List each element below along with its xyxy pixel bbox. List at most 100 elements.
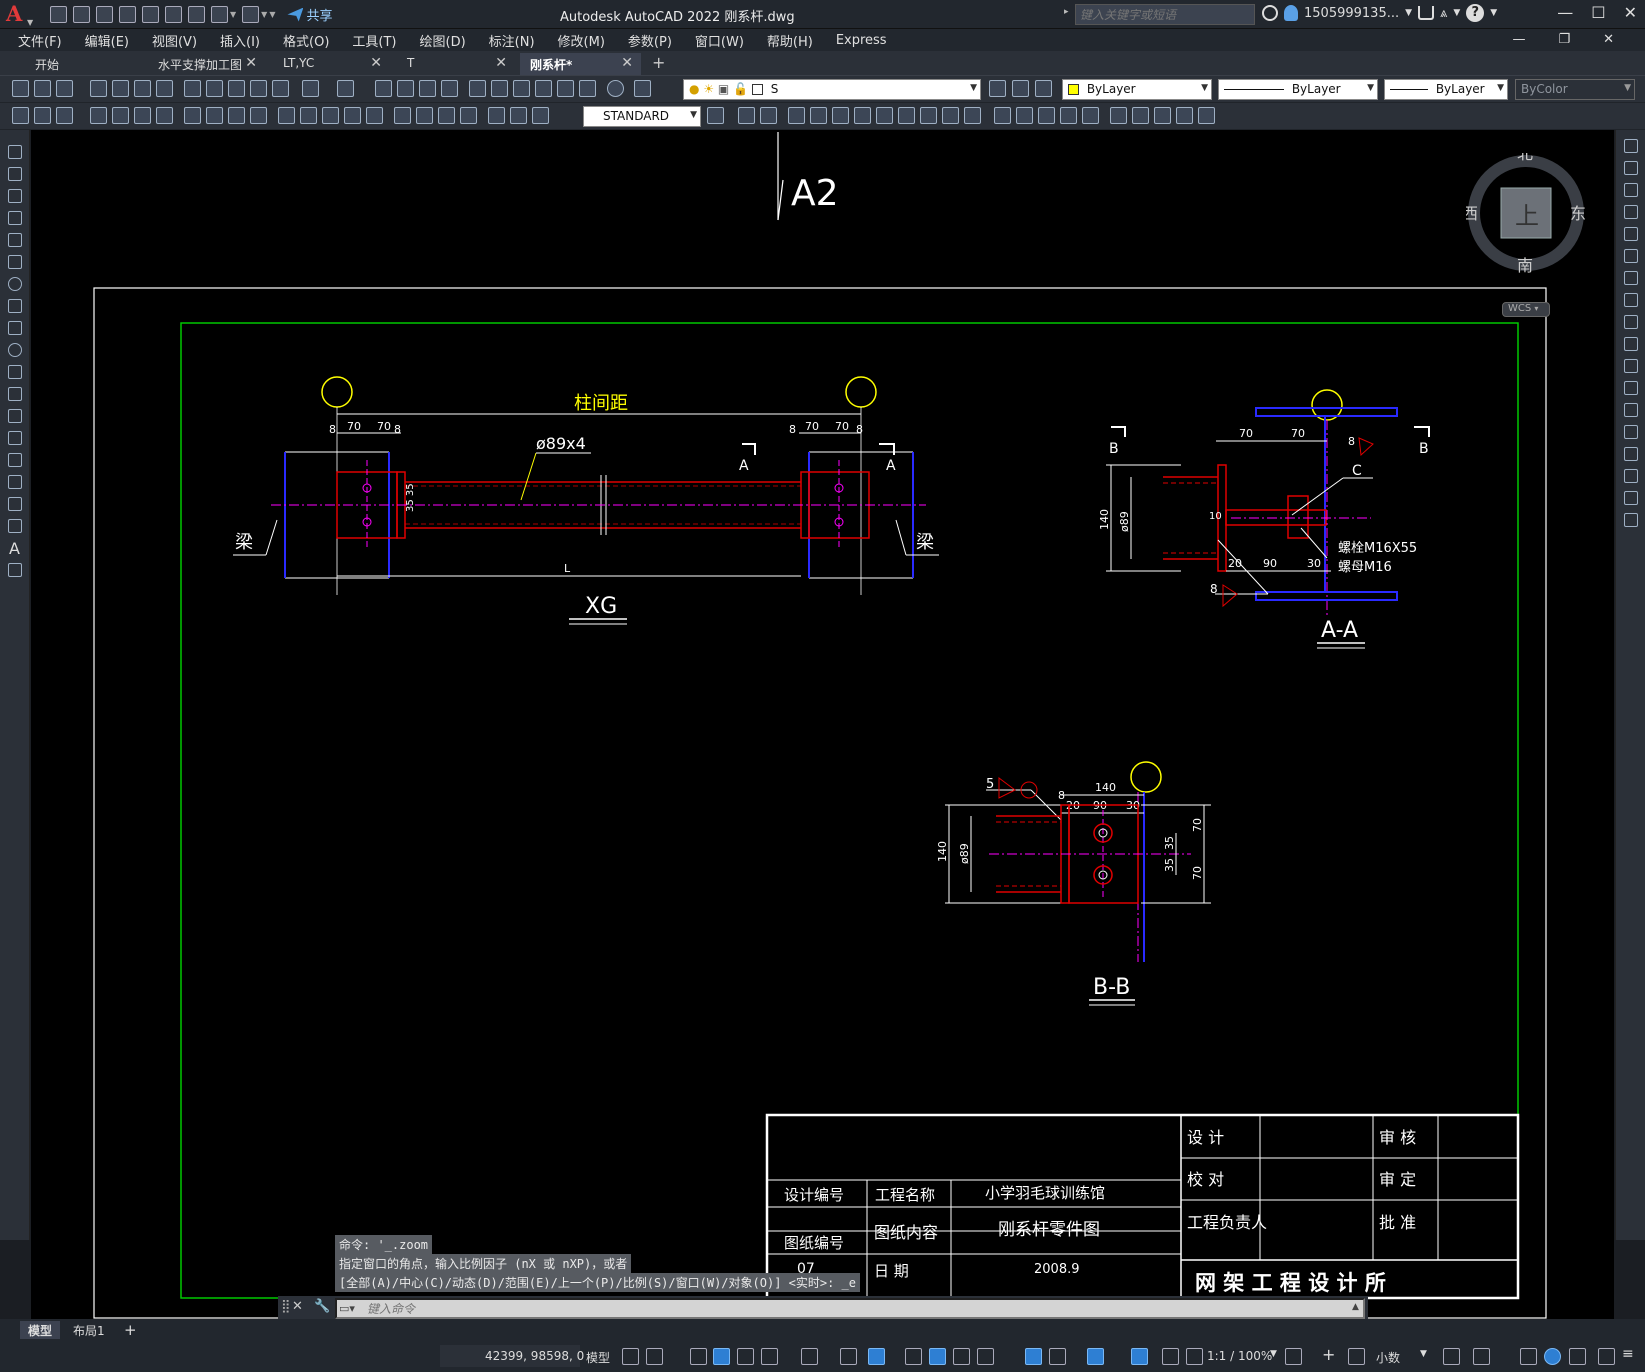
maximize-button[interactable]: ☐ [1591,3,1605,22]
jogged-dim-icon[interactable] [206,107,223,124]
menu-dimension[interactable]: 标注(N) [489,31,535,50]
arc-length-icon[interactable] [134,107,151,124]
annotation-visibility-icon[interactable] [1131,1348,1148,1365]
compass-west[interactable]: 西 [1462,204,1478,223]
multiline-text-icon[interactable]: A [9,539,20,558]
doc-restore-button[interactable]: ❐ [1558,32,1570,47]
tab-lt-yc[interactable]: LT,YC ✕ [273,53,390,75]
pan-icon[interactable] [375,80,392,97]
gizmo-icon[interactable] [1087,1348,1104,1365]
annotation-monitor-icon[interactable]: + [1322,1345,1335,1364]
dynamic-input-icon[interactable] [713,1348,730,1365]
open-file-icon[interactable] [73,6,90,23]
dynamic-ucs-icon[interactable] [1025,1348,1042,1365]
print-icon[interactable] [188,6,205,23]
ellipse-icon[interactable] [8,343,22,357]
3d-print-icon[interactable] [156,80,173,97]
compass-north[interactable]: 北 [1517,144,1533,163]
match-properties-icon[interactable] [250,80,267,97]
layer-properties-icon[interactable] [634,80,651,97]
tool-icon[interactable] [12,107,29,124]
command-history-toggle-icon[interactable]: ▲ [1352,1302,1359,1312]
tool-icon[interactable] [34,107,51,124]
annotation-scale-value[interactable]: 1:1 / 100% [1207,1349,1272,1363]
layer-state-icon[interactable] [1035,80,1052,97]
menu-window[interactable]: 窗口(W) [695,31,744,50]
autodesk-app-icon[interactable]: ⩓ [1440,6,1447,21]
close-icon[interactable]: ✕ [292,1299,303,1314]
make-block-icon[interactable] [8,409,22,423]
polyline-icon[interactable] [8,189,22,203]
menu-modify[interactable]: 修改(M) [558,31,605,50]
tool-icon[interactable] [1060,107,1077,124]
save-as-icon[interactable] [119,6,136,23]
layer-dropdown[interactable]: ● ☀ ▣ 🔓 S ▼ [683,79,981,100]
viewcube[interactable]: 上 北 南 东 西 [1462,144,1586,275]
region-icon[interactable] [8,497,22,511]
dim-break-icon[interactable] [366,107,383,124]
array-icon[interactable] [1624,227,1638,241]
ortho-icon[interactable] [737,1348,754,1365]
customize-qat-icon[interactable]: ▼ [269,10,275,19]
menu-edit[interactable]: 编辑(E) [85,31,129,50]
redo-icon[interactable] [242,6,260,23]
tab-horizontal-brace[interactable]: 水平支撑加工图 ✕ [148,53,265,75]
help-icon[interactable]: ? [1466,4,1485,22]
help-dropdown-icon[interactable]: ▼ [1490,8,1497,18]
user-icon[interactable] [1284,5,1298,21]
tool-icon[interactable] [56,107,73,124]
chevron-down-icon[interactable]: ▼ [1420,1349,1427,1359]
break-icon[interactable] [1624,403,1638,417]
menu-help[interactable]: 帮助(H) [767,31,813,50]
insert-block-icon[interactable] [8,387,22,401]
model-space-button[interactable]: 模型 [586,1349,610,1366]
open-icon[interactable] [34,80,51,97]
gradient-icon[interactable] [8,475,22,489]
tool-icon[interactable] [1198,107,1215,124]
lineweight-dropdown[interactable]: ByLayer ▼ [1384,79,1508,100]
layer-freeze-icon[interactable]: ☀ [703,82,714,96]
dim-edit-icon[interactable] [488,107,505,124]
plot-preview-icon[interactable] [112,80,129,97]
save-icon[interactable] [56,80,73,97]
cart-icon[interactable] [1418,6,1435,20]
quick-properties-icon[interactable] [1443,1348,1460,1365]
grid-icon[interactable] [622,1348,639,1365]
redo-dropdown-icon[interactable]: ▼ [261,10,267,19]
tool-icon[interactable] [832,107,849,124]
annotation-scale-icon[interactable] [1186,1348,1203,1365]
tool-icon[interactable] [810,107,827,124]
doc-close-button[interactable]: ✕ [1603,32,1614,47]
compass-east[interactable]: 东 [1570,204,1586,223]
mirror-icon[interactable] [1624,183,1638,197]
tab-t[interactable]: T ✕ [397,53,515,75]
dim-update-icon[interactable] [532,107,549,124]
tool-icon[interactable] [738,107,755,124]
continue-dim-icon[interactable] [322,107,339,124]
tool-icon[interactable] [994,107,1011,124]
design-center-icon[interactable] [491,80,508,97]
dimstyle-icon[interactable] [707,107,724,124]
infer-constraints-icon[interactable] [690,1348,707,1365]
snap-icon[interactable] [646,1348,663,1365]
auto-scale-icon[interactable] [1162,1348,1179,1365]
menu-insert[interactable]: 插入(I) [220,31,260,50]
layer-on-icon[interactable]: ● [689,82,699,96]
tool-icon[interactable] [1132,107,1149,124]
new-icon[interactable] [12,80,29,97]
menu-format[interactable]: 格式(O) [283,31,329,50]
tool-icon[interactable] [1016,107,1033,124]
diameter-dim-icon[interactable] [228,107,245,124]
object-snap-tracking-icon[interactable] [840,1348,857,1365]
tool-icon[interactable] [964,107,981,124]
polar-icon[interactable] [761,1348,778,1365]
plotstyle-dropdown[interactable]: ByColor ▼ [1515,79,1635,100]
zoom-window-icon[interactable] [419,80,436,97]
layer-viewport-icon[interactable]: ▣ [718,82,729,96]
customization-icon[interactable] [1598,1348,1615,1365]
jogged-linear-icon[interactable] [460,107,477,124]
new-layout-icon[interactable]: + [116,1321,145,1339]
polygon-icon[interactable] [8,211,22,225]
search-expand-icon[interactable]: ▸ [1064,7,1069,17]
circle-icon[interactable] [8,277,22,291]
